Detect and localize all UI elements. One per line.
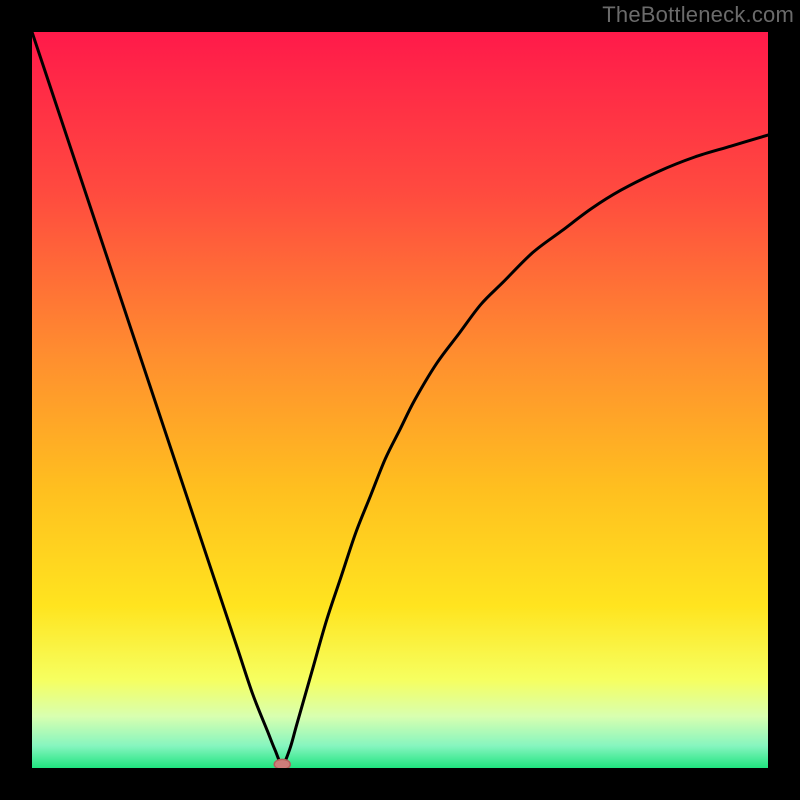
watermark-label: TheBottleneck.com [602,2,794,28]
chart-frame: TheBottleneck.com [0,0,800,800]
chart-svg [32,32,768,768]
plot-area [32,32,768,768]
background-rect [32,32,768,768]
optimal-point-marker [274,759,290,768]
